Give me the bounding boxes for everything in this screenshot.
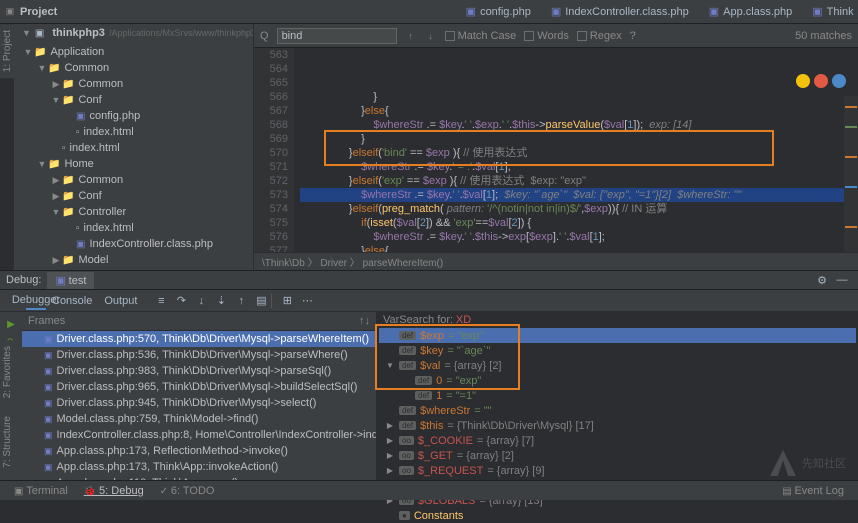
tree-item-common[interactable]: ▼📁Common: [14, 60, 253, 76]
firefox-icon[interactable]: [814, 74, 828, 88]
var-row[interactable]: def0 = "exp": [379, 373, 856, 388]
watermark-icon: [770, 450, 796, 476]
frame-row[interactable]: ▣Driver.class.php:536, Think\Db\Driver\M…: [22, 347, 376, 363]
tree-item-config-php[interactable]: ▣config.php: [14, 108, 253, 124]
sidetab-1-project[interactable]: 1: Project: [0, 24, 15, 78]
tab-output[interactable]: Output: [98, 292, 143, 310]
editor-tabs: ▣config.php▣IndexController.class.php▣Ap…: [456, 1, 854, 23]
search-input[interactable]: [277, 28, 397, 44]
tab-config-php[interactable]: ▣config.php: [456, 2, 541, 21]
line-gutter[interactable]: 5635645655665675685695705715725735745755…: [254, 48, 294, 252]
frame-row[interactable]: ▣Driver.class.php:570, Think\Db\Driver\M…: [22, 331, 376, 347]
browser-icons: [796, 74, 846, 88]
search-icon[interactable]: Q: [260, 30, 269, 42]
evaluate-icon[interactable]: ▤: [251, 292, 271, 310]
tab-app-class-php[interactable]: ▣App.class.php: [699, 2, 803, 21]
debug-run-config[interactable]: ▣ test: [47, 272, 94, 289]
tree-item-common[interactable]: ▶📁Common: [14, 76, 253, 92]
tree-item-model[interactable]: ▶📁Model: [14, 252, 253, 268]
minimize-icon[interactable]: —: [832, 271, 852, 289]
project-path: /Applications/MxSrvs/www/thinkphp3: [109, 28, 254, 38]
collapse-icon[interactable]: ▣: [4, 6, 16, 17]
safari-icon[interactable]: [832, 74, 846, 88]
vars-search: VarSearch for: XD: [377, 312, 858, 328]
force-step-icon[interactable]: ⇣: [211, 292, 231, 310]
var-row[interactable]: ●Constants: [379, 508, 856, 523]
var-row[interactable]: def$key = "`age`": [379, 343, 856, 358]
tree-item-view[interactable]: ▼📁View: [14, 268, 253, 270]
debug-toolbar: Debugger Console Output ≡ ↷ ↓ ⇣ ↑ ▤ ⊞ ⋯: [0, 290, 858, 312]
tree-item-index-html[interactable]: ▫index.html: [14, 140, 253, 156]
var-row[interactable]: ▶oo$_COOKIE = {array} [7]: [379, 433, 856, 448]
tree-item-common[interactable]: ▶📁Common: [14, 172, 253, 188]
project-root[interactable]: ▼ ▣ thinkphp3 /Applications/MxSrvs/www/t…: [14, 24, 253, 42]
tree-item-conf[interactable]: ▼📁Conf: [14, 92, 253, 108]
tree-item-home[interactable]: ▼📁Home: [14, 156, 253, 172]
debug-body: ▶ ⟳ ■ ◉ ⊘ ⊞ Frames ↑ ↓ ▣Driver.class.php…: [0, 312, 858, 484]
frame-row[interactable]: ▣App.class.php:173, Think\App::invokeAct…: [22, 459, 376, 475]
frame-row[interactable]: ▣IndexController.class.php:8, Home\Contr…: [22, 427, 376, 443]
find-bar: Q ↑ ↓ Match Case Words Regex ? 50 matche…: [254, 24, 858, 48]
sidetab-7-structure[interactable]: 7: Structure: [0, 410, 15, 474]
regex-option[interactable]: Regex: [577, 30, 622, 42]
project-tree: ▼📁Application▼📁Common▶📁Common▼📁Conf▣conf…: [14, 42, 253, 270]
var-row[interactable]: def$exp = "exp": [379, 328, 856, 343]
tree-item-indexcontroller-class-php[interactable]: ▣IndexController.class.php: [14, 236, 253, 252]
editor: Q ↑ ↓ Match Case Words Regex ? 50 matche…: [254, 24, 858, 270]
frames-icon[interactable]: ⊞: [277, 292, 297, 310]
settings-icon[interactable]: ⚙: [812, 271, 832, 289]
tab-indexcontroller-class-php[interactable]: ▣IndexController.class.php: [541, 2, 699, 21]
frames-down-icon[interactable]: ↓: [365, 315, 371, 327]
more-icon[interactable]: ⋯: [297, 292, 317, 310]
rerun-icon[interactable]: ▶: [3, 316, 19, 332]
tab-debugger[interactable]: Debugger: [26, 292, 46, 310]
debug-title: Debug:: [6, 274, 41, 286]
frame-row[interactable]: ▣Model.class.php:759, Think\Model->find(…: [22, 411, 376, 427]
minimap[interactable]: [844, 96, 858, 252]
step-out-icon[interactable]: ↓: [191, 292, 211, 310]
var-row[interactable]: ▼def$val = {array} [2]: [379, 358, 856, 373]
code-area[interactable]: } }else{ $whereStr .= $key.' '.$exp.' '.…: [294, 48, 858, 252]
frame-row[interactable]: ▣Driver.class.php:983, Think\Db\Driver\M…: [22, 363, 376, 379]
step-into-icon[interactable]: ↷: [171, 292, 191, 310]
project-name: thinkphp3: [52, 27, 105, 39]
frame-row[interactable]: ▣Driver.class.php:945, Think\Db\Driver\M…: [22, 395, 376, 411]
tree-item-index-html[interactable]: ▫index.html: [14, 220, 253, 236]
watermark: 先知社区: [770, 450, 846, 476]
tab-console[interactable]: Console: [46, 292, 98, 310]
footer-debug[interactable]: 🐞 5: Debug: [76, 485, 152, 497]
breadcrumb[interactable]: \Think\Db 〉 Driver 〉 parseWhereItem(): [254, 252, 858, 270]
tree-item-index-html[interactable]: ▫index.html: [14, 124, 253, 140]
chrome-icon[interactable]: [796, 74, 810, 88]
frame-row[interactable]: ▣Driver.class.php:965, Think\Db\Driver\M…: [22, 379, 376, 395]
var-row[interactable]: def1 = "=1": [379, 388, 856, 403]
project-title: Project: [20, 6, 57, 18]
match-count: 50 matches: [795, 30, 852, 42]
frame-row[interactable]: ▣App.class.php:173, ReflectionMethod->in…: [22, 443, 376, 459]
tree-item-application[interactable]: ▼📁Application: [14, 44, 253, 60]
sidetab-2-favorites[interactable]: 2: Favorites: [0, 340, 15, 404]
footer-terminal[interactable]: ▣ Terminal: [6, 485, 76, 497]
var-row[interactable]: def$whereStr = "": [379, 403, 856, 418]
step-over-icon[interactable]: ≡: [151, 292, 171, 310]
project-sidebar: ▼ ▣ thinkphp3 /Applications/MxSrvs/www/t…: [14, 24, 254, 270]
debug-header: Debug: ▣ test ⚙ —: [0, 270, 858, 290]
prev-match-icon[interactable]: ↑: [405, 31, 417, 41]
frames-label: Frames: [28, 315, 65, 327]
tree-item-controller[interactable]: ▼📁Controller: [14, 204, 253, 220]
footer-event-log[interactable]: ▤ Event Log: [774, 485, 852, 497]
frames-panel: Frames ↑ ↓ ▣Driver.class.php:570, Think\…: [22, 312, 377, 484]
words-option[interactable]: Words: [524, 30, 569, 42]
tab-think-class-php[interactable]: ▣Think.class.php: [802, 2, 854, 21]
footer-todo[interactable]: ✓ 6: TODO: [152, 485, 223, 497]
match-case-option[interactable]: Match Case: [445, 30, 517, 42]
run-cursor-icon[interactable]: ↑: [231, 292, 251, 310]
tree-item-conf[interactable]: ▶📁Conf: [14, 188, 253, 204]
status-bar: ▣ Terminal 🐞 5: Debug ✓ 6: TODO ▤ Event …: [0, 480, 858, 500]
var-row[interactable]: ▶def$this = {Think\Db\Driver\Mysql} [17]: [379, 418, 856, 433]
top-toolbar: ▣ Project ▣config.php▣IndexController.cl…: [0, 0, 858, 24]
next-match-icon[interactable]: ↓: [425, 31, 437, 41]
